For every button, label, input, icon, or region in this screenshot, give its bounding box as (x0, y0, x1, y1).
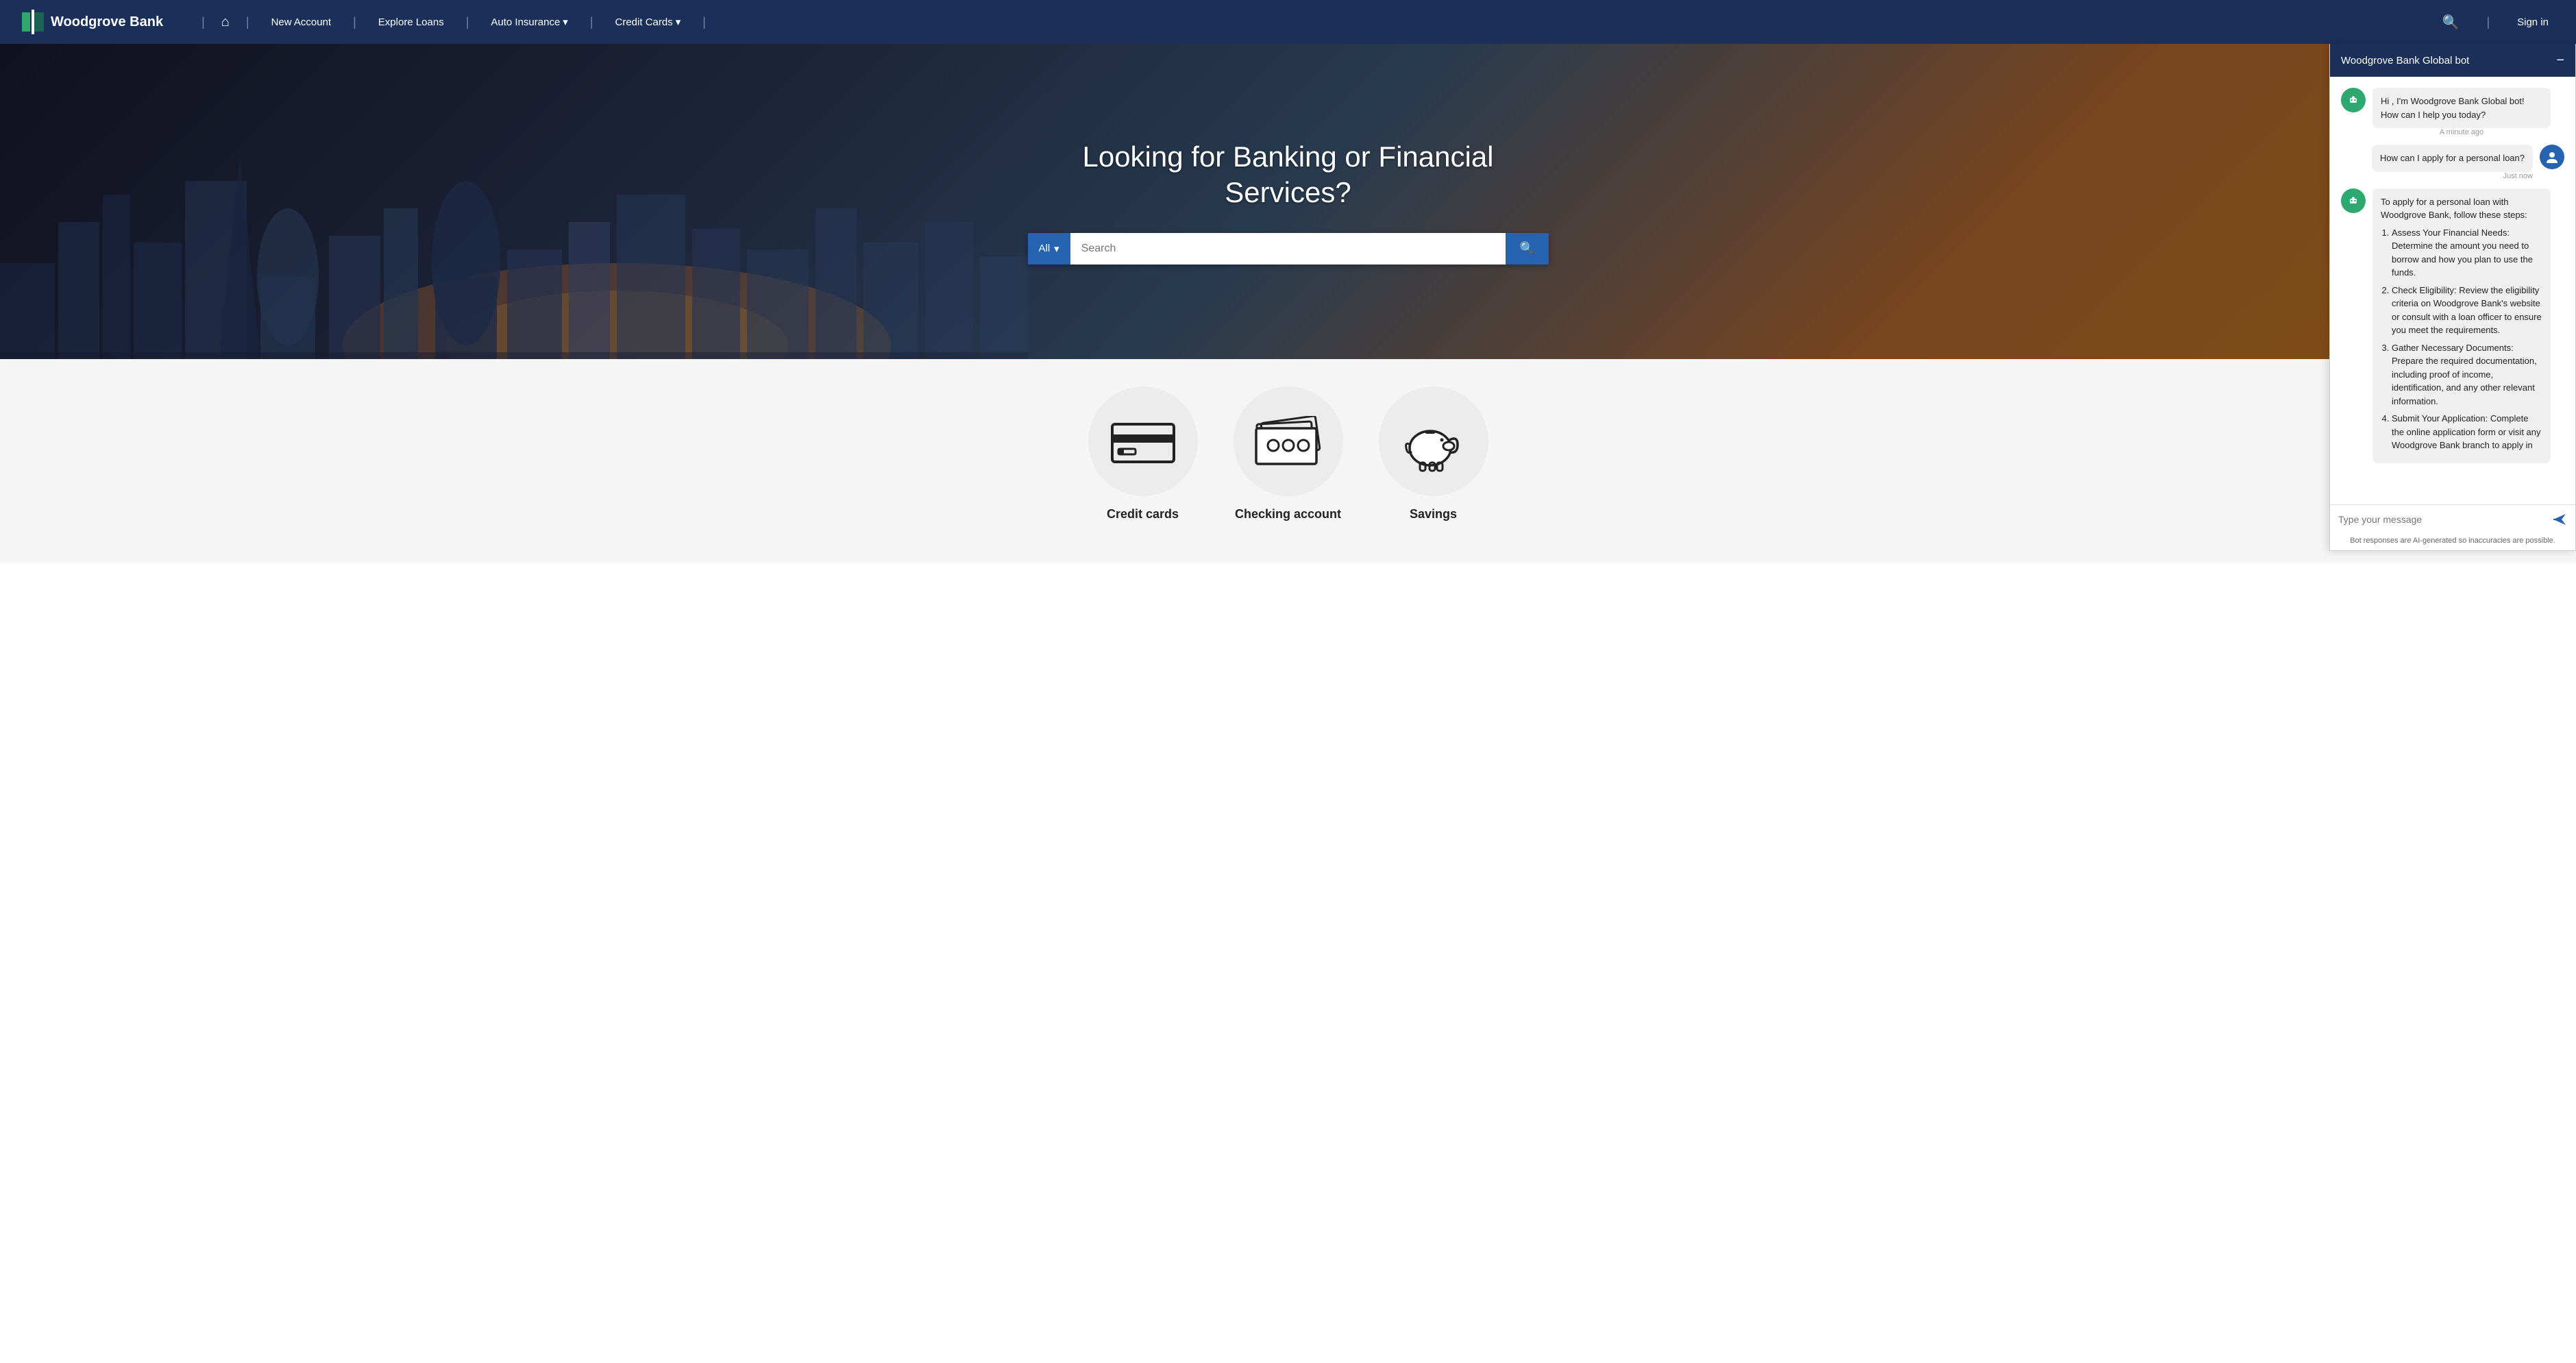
checking-label: Checking account (1235, 507, 1341, 521)
bot-list-item-1: Assess Your Financial Needs: Determine t… (2392, 226, 2542, 280)
chatbot-header: Woodgrove Bank Global bot − (2330, 44, 2575, 77)
chatbot-send-button[interactable] (2552, 512, 2567, 527)
bot-response-row: To apply for a personal loan with Woodgr… (2341, 188, 2564, 463)
credit-cards-label: Credit cards (1107, 507, 1179, 521)
chatbot-messages: Hi , I'm Woodgrove Bank Global bot! How … (2330, 77, 2575, 504)
chatbot-text-input[interactable] (2338, 514, 2547, 525)
auto-insurance-chevron: ▾ (563, 16, 568, 28)
nav-explore-loans[interactable]: Explore Loans (367, 0, 455, 44)
nav-credit-cards[interactable]: Credit Cards ▾ (604, 0, 692, 44)
bot-response-bubble: To apply for a personal loan with Woodgr… (2372, 188, 2551, 463)
bot-list-item-4: Submit Your Application: Complete the on… (2392, 412, 2542, 452)
greeting-timestamp: A minute ago (2372, 128, 2551, 136)
checking-account-icon (1251, 416, 1326, 467)
nav-divider-2: | (353, 15, 356, 29)
greeting-text: Hi , I'm Woodgrove Bank Global bot! How … (2372, 88, 2551, 128)
bot-icon-2 (2346, 193, 2361, 208)
bot-list-item-2: Check Eligibility: Review the eligibilit… (2392, 284, 2542, 337)
bot-avatar-2 (2341, 188, 2366, 213)
navbar: Woodgrove Bank | ⌂ | New Account | Explo… (0, 0, 2576, 44)
user-avatar (2540, 145, 2564, 169)
search-category-chevron: ▾ (1054, 243, 1059, 255)
send-icon (2552, 512, 2567, 527)
service-card-savings[interactable]: Savings (1372, 386, 1495, 521)
user-message-text: How can I apply for a personal loan? (2372, 145, 2533, 172)
nav-new-account[interactable]: New Account (260, 0, 343, 44)
service-card-credit-cards[interactable]: Credit cards (1081, 386, 1205, 521)
nav-divider-1: | (246, 15, 249, 29)
home-icon[interactable]: ⌂ (216, 14, 235, 30)
search-button[interactable]: 🔍 (2437, 8, 2465, 36)
signin-link[interactable]: Sign in (2512, 16, 2554, 28)
savings-icon (1399, 410, 1468, 472)
search-submit-icon: 🔍 (1519, 241, 1534, 256)
bot-response-intro: To apply for a personal loan with Woodgr… (2381, 197, 2527, 221)
brand[interactable]: Woodgrove Bank (22, 10, 163, 34)
chatbot-disclaimer: Bot responses are AI-generated so inaccu… (2330, 534, 2575, 550)
search-input[interactable] (1070, 233, 1506, 265)
brand-name: Woodgrove Bank (51, 14, 163, 30)
chatbot-minimize-button[interactable]: − (2556, 53, 2564, 67)
bot-avatar-1 (2341, 88, 2366, 112)
brand-logo (22, 10, 44, 34)
chatbot-input-area (2330, 504, 2575, 534)
chatbot-title: Woodgrove Bank Global bot (2341, 55, 2469, 66)
checking-icon-circle (1234, 386, 1343, 496)
hero-content: Looking for Banking or Financial Service… (1014, 139, 1562, 265)
credit-cards-icon-circle (1088, 386, 1198, 496)
bot-greeting-row: Hi , I'm Woodgrove Bank Global bot! How … (2341, 88, 2564, 136)
savings-icon-circle (1379, 386, 1488, 496)
bot-response-list: Assess Your Financial Needs: Determine t… (2381, 226, 2542, 452)
search-category-button[interactable]: All ▾ (1028, 233, 1070, 265)
service-card-checking[interactable]: Checking account (1227, 386, 1350, 521)
credit-card-icon (1109, 417, 1177, 465)
navbar-links: | ⌂ | New Account | Explore Loans | Auto… (191, 0, 2436, 44)
savings-label: Savings (1410, 507, 1457, 521)
nav-divider-home: | (201, 15, 205, 29)
credit-cards-chevron: ▾ (676, 16, 681, 28)
nav-divider-5: | (702, 15, 706, 29)
search-bar: All ▾ 🔍 (1028, 233, 1549, 265)
nav-divider-6: | (2486, 15, 2490, 29)
search-category-label: All (1039, 243, 1051, 254)
user-message-row: How can I apply for a personal loan? Jus… (2341, 145, 2564, 180)
hero-title: Looking for Banking or Financial Service… (1028, 139, 1549, 211)
services-section: Credit cards Checking account (0, 359, 2576, 563)
user-icon (2544, 149, 2560, 164)
nav-divider-4: | (590, 15, 593, 29)
user-timestamp: Just now (2372, 172, 2533, 180)
chatbot-window: Woodgrove Bank Global bot − Hi , I'm Woo… (2329, 44, 2576, 551)
navbar-actions: 🔍 | Sign in (2437, 8, 2554, 36)
user-message-group: How can I apply for a personal loan? Jus… (2372, 145, 2533, 180)
bot-icon (2346, 93, 2361, 108)
bot-greeting-bubble: Hi , I'm Woodgrove Bank Global bot! How … (2372, 88, 2551, 136)
bot-list-item-3: Gather Necessary Documents: Prepare the … (2392, 341, 2542, 408)
hero-section: Looking for Banking or Financial Service… (0, 44, 2576, 359)
search-submit-button[interactable]: 🔍 (1506, 233, 1548, 265)
nav-auto-insurance[interactable]: Auto Insurance ▾ (480, 0, 578, 44)
nav-divider-3: | (466, 15, 469, 29)
hero-skyline (0, 140, 1028, 359)
